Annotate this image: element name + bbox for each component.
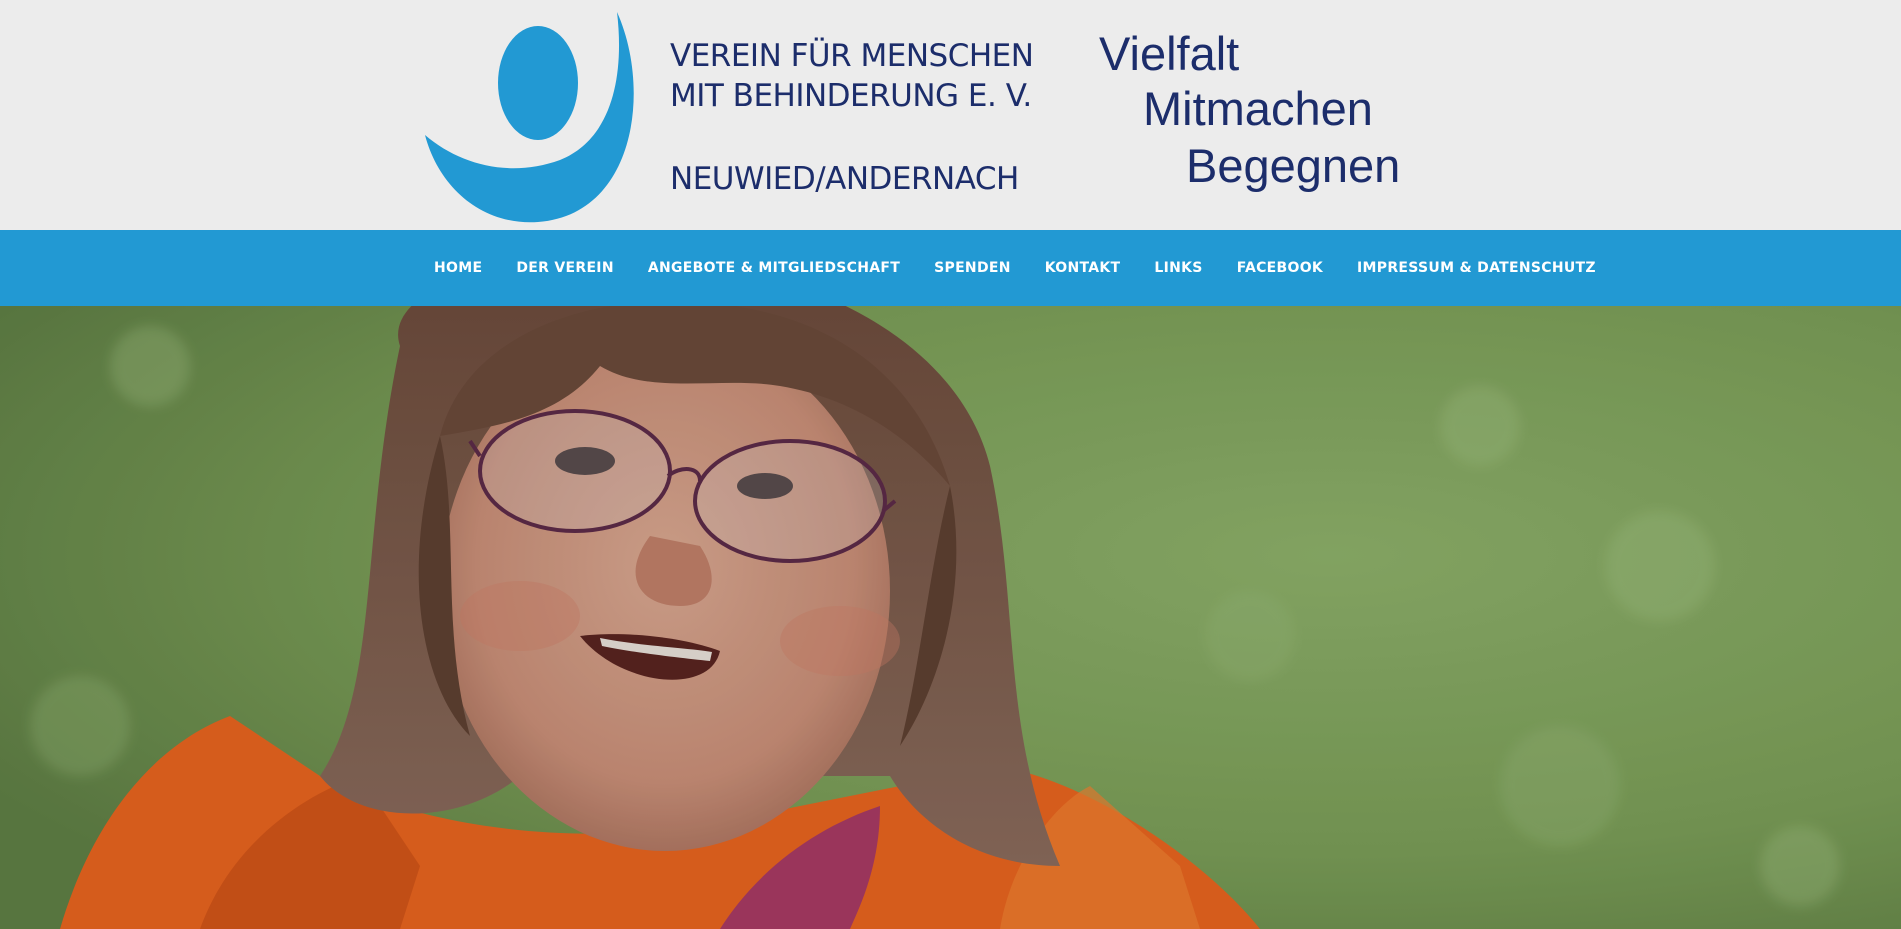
slogan-begegnen: Begegnen — [1186, 139, 1401, 192]
slogan-mitmachen: Mitmachen — [1143, 82, 1373, 135]
logo-icon[interactable] — [420, 10, 642, 225]
org-name-line-1: VEREIN FÜR MENSCHEN — [670, 38, 1034, 74]
nav-item-facebook[interactable]: FACEBOOK — [1237, 260, 1323, 276]
nav-item-spenden[interactable]: SPENDEN — [934, 260, 1011, 276]
nav-item-home[interactable]: HOME — [434, 260, 482, 276]
nav-item-impressum-datenschutz[interactable]: IMPRESSUM & DATENSCHUTZ — [1357, 260, 1596, 276]
slogan-vielfalt: Vielfalt — [1099, 27, 1240, 80]
nav-item-der-verein[interactable]: DER VEREIN — [516, 260, 614, 276]
nav-menu: HOME DER VEREIN ANGEBOTE & MITGLIEDSCHAF… — [434, 230, 1596, 306]
hero-photo — [0, 306, 1901, 929]
organization-name: VEREIN FÜR MENSCHEN MIT BEHINDERUNG E. V… — [670, 36, 1034, 116]
hero-image — [0, 306, 1901, 929]
org-name-line-2: MIT BEHINDERUNG E. V. — [670, 78, 1032, 114]
main-navigation: HOME DER VEREIN ANGEBOTE & MITGLIEDSCHAF… — [0, 230, 1901, 306]
nav-item-angebote-mitgliedschaft[interactable]: ANGEBOTE & MITGLIEDSCHAFT — [648, 260, 900, 276]
nav-item-kontakt[interactable]: KONTAKT — [1045, 260, 1121, 276]
organization-city: NEUWIED/ANDERNACH — [670, 161, 1019, 197]
nav-item-links[interactable]: LINKS — [1154, 260, 1202, 276]
site-header: VEREIN FÜR MENSCHEN MIT BEHINDERUNG E. V… — [0, 0, 1901, 230]
